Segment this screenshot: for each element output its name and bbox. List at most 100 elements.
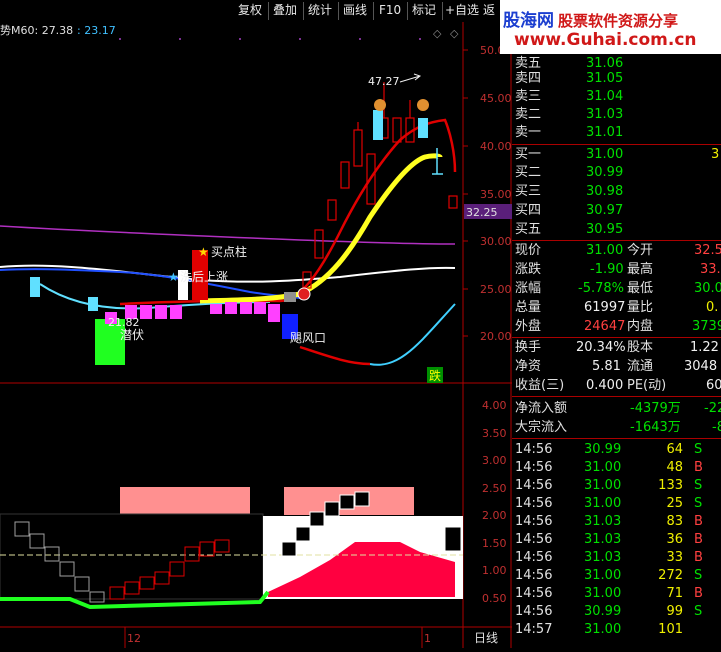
lower-axis-label: 2.50 xyxy=(482,482,507,495)
flow-label: 净流入额 xyxy=(515,401,568,416)
tick-row: 14:56 30.99 99 S xyxy=(512,602,721,621)
stat-value: 61997 xyxy=(584,300,626,315)
current-price-value: 32.25 xyxy=(466,206,498,219)
watermark-slogan: 股票软件资源分享 xyxy=(558,12,679,30)
sell-row: 卖一 31.01 xyxy=(512,123,721,142)
sell-label: 卖四 xyxy=(515,71,542,86)
price-axis-label: 25.00 xyxy=(480,283,512,296)
tick-row: 14:56 31.03 36 B xyxy=(512,530,721,549)
kline-chart-area[interactable]: 势M60: 27.38 : 23.17 ◇ ◇ 50.00 45.00 40.0… xyxy=(0,22,512,648)
tick-price: 31.00 xyxy=(584,586,622,601)
stat-label: 内盘 xyxy=(627,319,654,334)
sell-row: 卖三 31.04 xyxy=(512,87,721,106)
stat-row: 收益(三) 0.400 PE(动) 60 xyxy=(512,376,721,395)
tick-volume: 33 xyxy=(666,550,683,565)
wash-up-label: 洗后上涨 xyxy=(180,269,228,284)
menu-divider xyxy=(268,2,269,20)
tick-side: B xyxy=(694,586,703,601)
stat-row: 涨幅 -5.78% 最低 30.0 xyxy=(512,279,721,298)
stat-row: 总量 61997 量比 0. xyxy=(512,298,721,317)
tick-time: 14:56 xyxy=(515,514,553,529)
menu-mark[interactable]: 标记 xyxy=(412,2,436,19)
price-axis: 50.00 45.00 40.00 35.00 30.00 25.00 20.0… xyxy=(463,44,512,343)
watermark-url: www.Guhai.com.cn xyxy=(514,30,697,50)
sell-label: 卖三 xyxy=(515,89,542,104)
buy-label: 买二 xyxy=(515,165,542,180)
tick-volume: 101 xyxy=(658,622,683,637)
stat-row: 外盘 24647 内盘 3739 xyxy=(512,317,721,336)
tick-row: 14:56 30.99 64 S xyxy=(512,440,721,459)
stat-value: 60 xyxy=(706,378,721,393)
tick-side: S xyxy=(694,478,703,493)
watermark-line: 股海网 股票软件资源分享 xyxy=(503,6,678,31)
tick-volume: 25 xyxy=(666,496,683,511)
menu-fuquan[interactable]: 复权 xyxy=(238,2,262,19)
flow-label: 大宗流入 xyxy=(515,420,568,435)
menu-add-watchlist[interactable]: +自选 xyxy=(445,2,479,19)
menu-divider xyxy=(303,2,304,20)
star-icon: ★ xyxy=(168,270,179,284)
stat-label: 净资 xyxy=(515,359,542,374)
sell-price: 31.04 xyxy=(586,89,624,104)
indicator-title: 势M60: 27.38 xyxy=(0,24,73,37)
stat-value: 3048 xyxy=(684,359,718,374)
tick-time: 14:56 xyxy=(515,478,553,493)
tick-time: 14:56 xyxy=(515,550,553,565)
lower-axis-label: 0.50 xyxy=(482,592,507,605)
menu-overlay[interactable]: 叠加 xyxy=(273,2,297,19)
stat-label: 现价 xyxy=(515,243,542,258)
tick-price: 30.99 xyxy=(584,604,622,619)
menu-statistics[interactable]: 统计 xyxy=(308,2,332,19)
tick-row: 14:56 31.00 25 S xyxy=(512,494,721,513)
buy-price: 30.95 xyxy=(586,222,624,237)
tick-price: 31.00 xyxy=(584,496,622,511)
menu-f10[interactable]: F10 xyxy=(379,2,401,19)
sell-price: 31.03 xyxy=(586,107,624,122)
indicator-value: : 23.17 xyxy=(77,24,116,37)
buy-row: 买一 31.00 3 xyxy=(512,145,721,164)
menu-divider xyxy=(407,2,408,20)
menu-back[interactable]: 返 xyxy=(483,2,495,19)
tick-volume: 36 xyxy=(666,532,683,547)
sell-price: 31.01 xyxy=(586,125,624,140)
buy-row: 买四 30.97 xyxy=(512,201,721,220)
lower-axis-label: 3.50 xyxy=(482,427,507,440)
buy-price: 30.99 xyxy=(586,165,624,180)
stat-label: 量比 xyxy=(627,300,654,315)
stat-label: 最高 xyxy=(627,262,654,277)
tick-side: B xyxy=(694,532,703,547)
watermark-site: 股海网 xyxy=(503,11,554,31)
buy-label: 买五 xyxy=(515,222,542,237)
lower-axis-label: 4.00 xyxy=(482,399,507,412)
stat-value: -5.78% xyxy=(578,281,624,296)
stat-row: 涨跌 -1.90 最高 33. xyxy=(512,260,721,279)
tornado-label: 飓风口 xyxy=(290,331,326,345)
flow-value: -22 xyxy=(704,401,721,416)
stat-label: 今开 xyxy=(627,243,654,258)
stat-value: 5.81 xyxy=(592,359,621,374)
lower-axis-label: 2.00 xyxy=(482,509,507,522)
star-icon: ★ xyxy=(198,245,209,259)
lower-axis-label: 3.00 xyxy=(482,454,507,467)
ambush-label: 潜伏 xyxy=(120,328,144,342)
stat-label: 流通 xyxy=(627,359,654,374)
date-label: 12 xyxy=(127,632,141,645)
tick-row: 14:56 31.00 133 S xyxy=(512,476,721,495)
stat-value: 0.400 xyxy=(586,378,624,393)
tick-volume: 48 xyxy=(666,460,683,475)
stat-value: 33. xyxy=(700,262,721,277)
price-axis-label: 20.00 xyxy=(480,330,512,343)
svg-text:◇: ◇ xyxy=(433,27,442,40)
tick-side: B xyxy=(694,550,703,565)
stat-value: 32.5 xyxy=(694,243,721,258)
tick-price: 31.03 xyxy=(584,532,622,547)
sell-label: 卖二 xyxy=(515,107,542,122)
stat-row: 换手 20.34% 股本 1.22 xyxy=(512,338,721,357)
tick-price: 30.99 xyxy=(584,442,622,457)
menu-draw-line[interactable]: 画线 xyxy=(343,2,367,19)
stat-label: 涨幅 xyxy=(515,281,542,296)
tick-price: 31.00 xyxy=(584,622,622,637)
stat-value: 3739 xyxy=(692,319,721,334)
price-axis-label: 40.00 xyxy=(480,140,512,153)
menu-divider xyxy=(373,2,374,20)
